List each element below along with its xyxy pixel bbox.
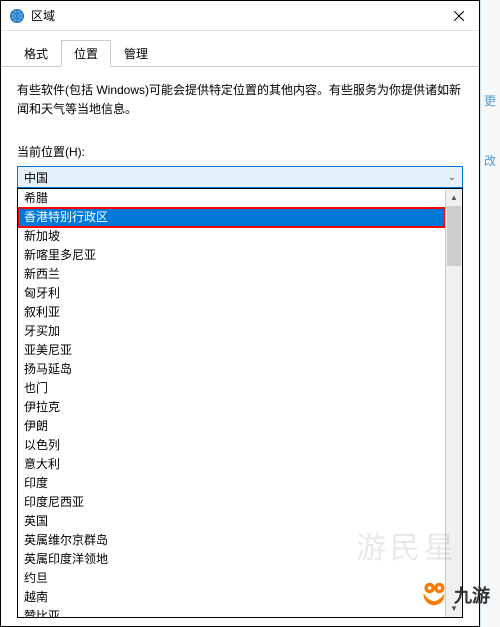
side-panel: 更 改 bbox=[480, 0, 500, 627]
close-icon bbox=[454, 11, 464, 21]
selected-value: 中国 bbox=[24, 169, 48, 186]
tab-strip: 格式 位置 管理 bbox=[1, 31, 479, 67]
location-select[interactable]: 中国 ⌄ bbox=[17, 166, 463, 188]
location-select-wrap: 中国 ⌄ 希腊香港特别行政区新加坡新喀里多尼亚新西兰匈牙利叙利亚牙买加亚美尼亚扬… bbox=[17, 166, 463, 188]
side-text-2: 改 bbox=[484, 152, 496, 169]
dropdown-item[interactable]: 牙买加 bbox=[18, 322, 445, 341]
dropdown-item[interactable]: 意大利 bbox=[18, 455, 445, 474]
window-title: 区域 bbox=[31, 7, 439, 24]
dropdown-item[interactable]: 越南 bbox=[18, 588, 445, 607]
tab-location[interactable]: 位置 bbox=[61, 40, 111, 67]
dropdown-item[interactable]: 以色列 bbox=[18, 436, 445, 455]
dropdown-list: 希腊香港特别行政区新加坡新喀里多尼亚新西兰匈牙利叙利亚牙买加亚美尼亚扬马延岛也门… bbox=[18, 189, 445, 617]
dropdown-item[interactable]: 新喀里多尼亚 bbox=[18, 246, 445, 265]
scrollbar[interactable]: ▲ ▼ bbox=[445, 189, 462, 617]
dropdown-item[interactable]: 亚美尼亚 bbox=[18, 341, 445, 360]
dropdown-item[interactable]: 英国 bbox=[18, 512, 445, 531]
scroll-up-button[interactable]: ▲ bbox=[446, 189, 462, 206]
titlebar: 区域 bbox=[1, 1, 479, 31]
dropdown-item[interactable]: 赞比亚 bbox=[18, 607, 445, 617]
location-dropdown: 希腊香港特别行政区新加坡新喀里多尼亚新西兰匈牙利叙利亚牙买加亚美尼亚扬马延岛也门… bbox=[17, 188, 463, 618]
globe-icon bbox=[9, 8, 25, 24]
dropdown-item[interactable]: 叙利亚 bbox=[18, 303, 445, 322]
dropdown-item[interactable]: 伊拉克 bbox=[18, 398, 445, 417]
brand-name: 九游 bbox=[454, 582, 490, 608]
dropdown-item[interactable]: 印度 bbox=[18, 474, 445, 493]
dropdown-item[interactable]: 印度尼西亚 bbox=[18, 493, 445, 512]
tab-content: 有些软件(包括 Windows)可能会提供特定位置的其他内容。有些服务为你提供诸… bbox=[1, 67, 479, 202]
scroll-thumb[interactable] bbox=[447, 206, 461, 266]
region-dialog: 区域 格式 位置 管理 有些软件(包括 Windows)可能会提供特定位置的其他… bbox=[0, 0, 480, 627]
close-button[interactable] bbox=[439, 1, 479, 31]
dropdown-item[interactable]: 新西兰 bbox=[18, 265, 445, 284]
side-text-1: 更 bbox=[484, 92, 496, 109]
dropdown-item[interactable]: 希腊 bbox=[18, 189, 445, 208]
tab-format[interactable]: 格式 bbox=[11, 40, 61, 67]
dropdown-item[interactable]: 扬马延岛 bbox=[18, 360, 445, 379]
tab-admin[interactable]: 管理 bbox=[111, 40, 161, 67]
dropdown-item[interactable]: 也门 bbox=[18, 379, 445, 398]
dropdown-item[interactable]: 英属维尔京群岛 bbox=[18, 531, 445, 550]
location-label: 当前位置(H): bbox=[17, 143, 463, 160]
dropdown-item[interactable]: 香港特别行政区 bbox=[18, 208, 445, 227]
dropdown-item[interactable]: 伊朗 bbox=[18, 417, 445, 436]
brand-badge: 九游 bbox=[420, 581, 490, 609]
scroll-track[interactable] bbox=[446, 206, 462, 600]
brand-icon bbox=[420, 581, 448, 609]
dropdown-item[interactable]: 约旦 bbox=[18, 569, 445, 588]
dropdown-item[interactable]: 匈牙利 bbox=[18, 284, 445, 303]
dropdown-item[interactable]: 英属印度洋领地 bbox=[18, 550, 445, 569]
description-text: 有些软件(包括 Windows)可能会提供特定位置的其他内容。有些服务为你提供诸… bbox=[17, 81, 463, 119]
chevron-down-icon: ⌄ bbox=[448, 172, 456, 183]
dropdown-item[interactable]: 新加坡 bbox=[18, 227, 445, 246]
